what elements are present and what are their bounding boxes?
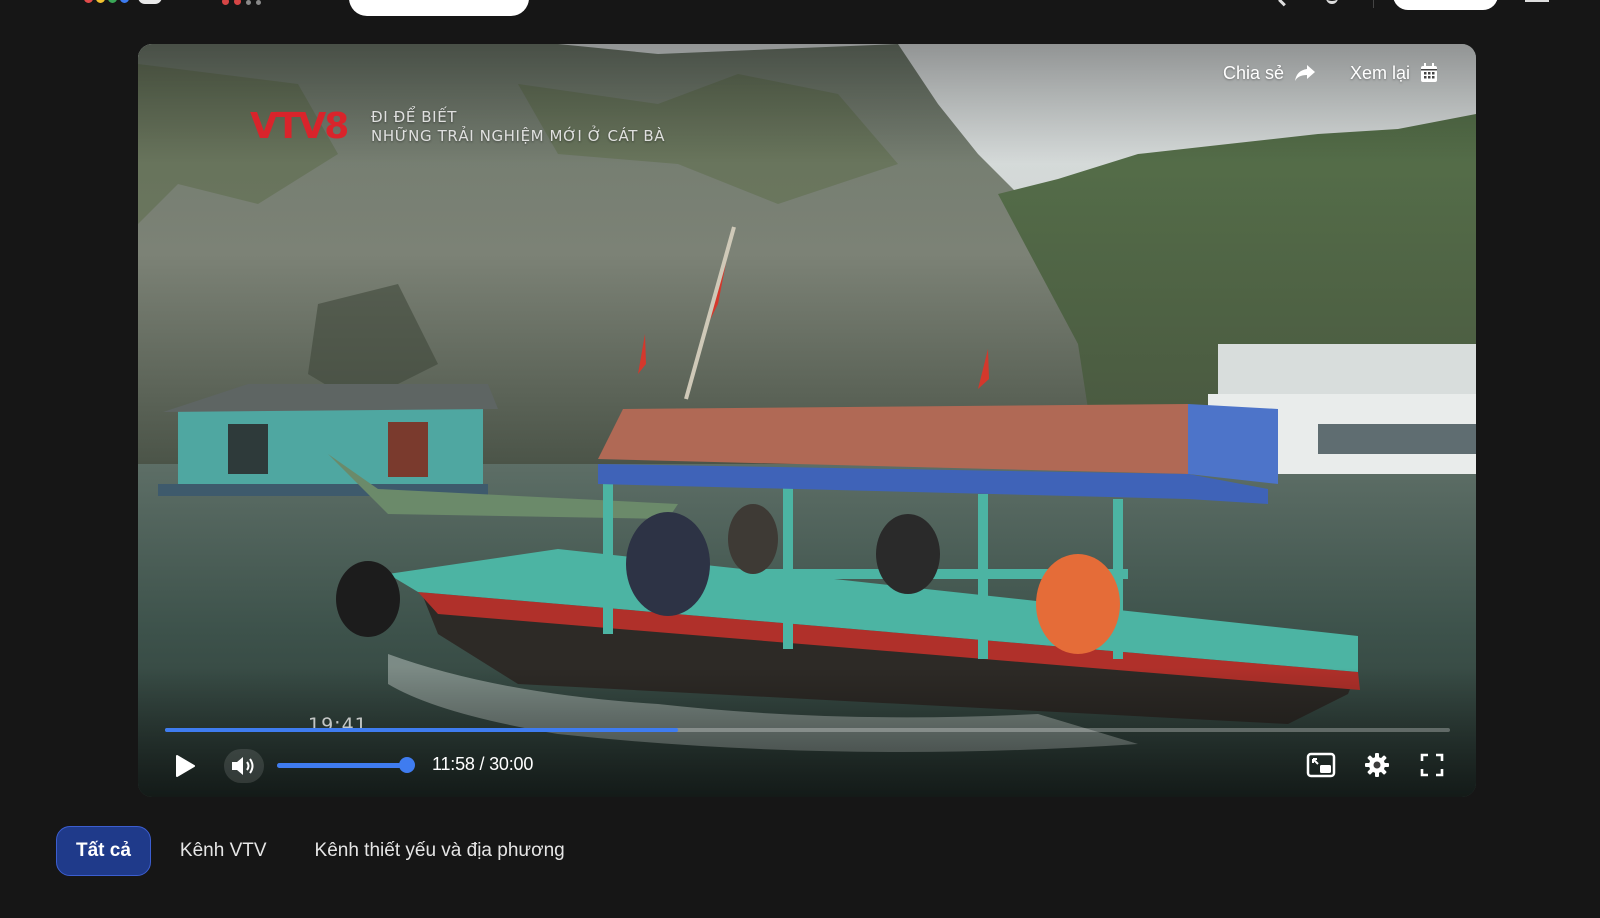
volume-slider[interactable] [277, 757, 415, 773]
play-button[interactable] [170, 751, 200, 781]
tab-vtv-channels[interactable]: Kênh VTV [161, 826, 286, 876]
header-divider [1373, 0, 1374, 8]
share-button[interactable]: Chia sẻ [1223, 60, 1316, 86]
site-logo[interactable] [84, 0, 164, 8]
calendar-icon [1420, 63, 1438, 83]
seek-bar-played [165, 728, 679, 732]
scene-lifebuoy [1036, 554, 1120, 654]
category-tabs: Tất cả Kênh VTV Kênh thiết yếu và địa ph… [56, 826, 594, 876]
scene-post [783, 484, 793, 649]
program-title: ĐI ĐỂ BIẾT NHỮNG TRẢI NGHIỆM MỚI Ở CÁT B… [371, 108, 665, 146]
nav-dot [234, 0, 241, 5]
menu-icon[interactable] [1525, 0, 1549, 2]
scene-person [876, 514, 940, 594]
tab-essential-local-channels[interactable]: Kênh thiết yếu và địa phương [296, 826, 584, 876]
time-display: 11:58 / 30:00 [432, 754, 534, 774]
share-label: Chia sẻ [1223, 62, 1285, 83]
scene-tyre [336, 561, 400, 637]
scene-post [603, 474, 613, 634]
burned-timestamp: 19:41 [308, 714, 368, 736]
volume-icon [232, 757, 254, 775]
svg-text:VTV8: VTV8 [250, 106, 347, 145]
logo-dot [96, 0, 105, 3]
gear-icon [1365, 753, 1389, 777]
login-button[interactable] [1393, 0, 1498, 10]
scene-person [626, 512, 710, 616]
volume-level [277, 763, 407, 768]
scene-person [728, 504, 778, 574]
video-player[interactable]: VTV8 ĐI ĐỂ BIẾT NHỮNG TRẢI NGHIỆM MỚI Ở … [138, 44, 1476, 797]
volume-handle[interactable] [399, 757, 415, 773]
scene-ferry-windows [1318, 424, 1476, 454]
scene-door [388, 422, 428, 477]
search-icon[interactable] [1268, 0, 1288, 4]
volume-button[interactable] [224, 749, 264, 783]
top-navigation-bar [0, 0, 1600, 22]
scene-house [178, 409, 483, 484]
channel-logo: VTV8 [250, 106, 349, 145]
search-box[interactable] [349, 0, 529, 16]
settings-button[interactable] [1362, 750, 1392, 780]
logo-dot [120, 0, 129, 3]
replay-button[interactable]: Xem lại [1350, 60, 1438, 86]
tab-all[interactable]: Tất cả [56, 826, 151, 876]
logo-wordmark [138, 0, 162, 4]
nav-dot [246, 0, 251, 5]
logo-dot [108, 0, 117, 3]
nav-dot [256, 0, 261, 5]
program-episode: NHỮNG TRẢI NGHIỆM MỚI Ở CÁT BÀ [371, 127, 666, 145]
nav-dot [222, 0, 229, 5]
picture-in-picture-button[interactable] [1304, 750, 1338, 780]
replay-label: Xem lại [1350, 62, 1411, 83]
logo-dot [84, 0, 93, 3]
nav-shortcut[interactable] [222, 0, 322, 6]
user-icon[interactable] [1326, 0, 1338, 4]
fullscreen-icon [1420, 753, 1444, 777]
scene-ferry-deck [1218, 344, 1476, 394]
play-icon [176, 755, 195, 777]
share-arrow-icon [1294, 63, 1316, 83]
scene-tarp [1188, 404, 1278, 484]
picture-in-picture-icon [1306, 752, 1336, 778]
program-subtitle: ĐI ĐỂ BIẾT [371, 108, 458, 126]
fullscreen-button[interactable] [1417, 750, 1447, 780]
seek-bar[interactable] [165, 728, 1450, 732]
scene-door [228, 424, 268, 474]
